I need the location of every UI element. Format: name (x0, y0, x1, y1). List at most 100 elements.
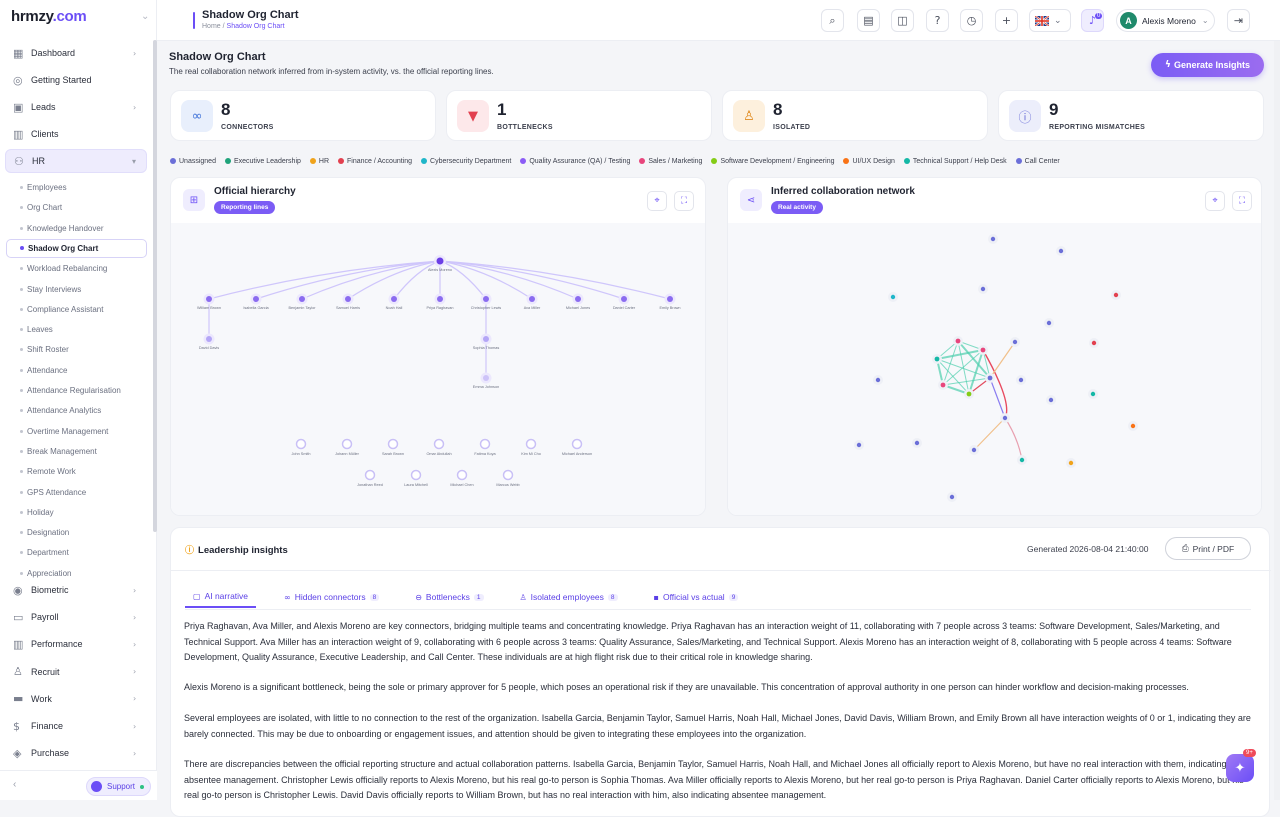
network-node[interactable] (955, 338, 961, 344)
collaboration-edge[interactable] (989, 377, 1006, 419)
legend-item[interactable]: Executive Leadership (224, 158, 301, 165)
user-menu[interactable]: A Alexis Moreno ⌄ (1116, 9, 1215, 32)
unassigned-node[interactable] (479, 438, 491, 450)
generate-insights-button[interactable]: ϟ Generate Insights (1151, 53, 1264, 77)
unassigned-node[interactable] (433, 438, 445, 450)
employee-node[interactable] (529, 296, 535, 302)
network-node[interactable] (1012, 339, 1018, 345)
sidebar-item-biometric[interactable]: ◉ Biometric › (5, 578, 147, 602)
unassigned-node[interactable] (502, 469, 514, 481)
network-node[interactable] (1090, 391, 1096, 397)
legend-item[interactable]: Technical Support / Help Desk (903, 158, 1007, 165)
network-node[interactable] (980, 347, 986, 353)
sidebar-subitem-attendance[interactable]: Attendance (20, 363, 67, 378)
network-node[interactable] (940, 382, 946, 388)
sidebar-item-performance[interactable]: ▥ Performance › (5, 632, 147, 657)
employee-node[interactable] (206, 296, 212, 302)
network-node[interactable] (987, 375, 993, 381)
legend-item[interactable]: Quality Assurance (QA) / Testing (520, 158, 630, 165)
employee-node[interactable] (575, 296, 581, 302)
sidebar-subitem-shift-roster[interactable]: Shift Roster (20, 342, 69, 357)
tab-bottlenecks[interactable]: ⊖ Bottlenecks 1 (407, 586, 491, 608)
legend-item[interactable]: Unassigned (170, 158, 216, 165)
employee-node[interactable] (391, 296, 397, 302)
tab-hidden-connectors[interactable]: ∞ Hidden connectors 8 (276, 586, 387, 608)
sidebar-subitem-leaves[interactable]: Leaves (20, 322, 53, 337)
notification-bell-icon[interactable]: ♪ 0 (1081, 9, 1104, 32)
employee-node[interactable] (299, 296, 305, 302)
tab-isolated-employees[interactable]: ♙ Isolated employees 8 (512, 586, 626, 608)
root-node[interactable] (436, 257, 444, 265)
legend-item[interactable]: Software Development / Engineering (711, 158, 834, 165)
unassigned-node[interactable] (525, 438, 537, 450)
brand-logo[interactable]: hrmzy.com (11, 8, 87, 25)
sidebar-subitem-attendance-analytics[interactable]: Attendance Analytics (20, 403, 101, 418)
network-node[interactable] (875, 377, 881, 383)
network-node[interactable] (980, 286, 986, 292)
legend-item[interactable]: Call Center (1015, 158, 1060, 165)
language-selector[interactable]: ⌄ (1029, 9, 1071, 32)
help-icon[interactable]: ? (926, 9, 949, 32)
sidebar-subitem-gps-attendance[interactable]: GPS Attendance (20, 485, 86, 500)
sticky-note-icon[interactable]: ◫ (891, 9, 914, 32)
add-icon[interactable]: + (995, 9, 1018, 32)
sidebar-subitem-shadow-org-chart[interactable]: Shadow Org Chart (6, 238, 147, 258)
legend-item[interactable]: Finance / Accounting (338, 158, 412, 165)
network-node[interactable] (1113, 292, 1119, 298)
employee-node[interactable] (483, 375, 489, 381)
hierarchy-canvas[interactable]: Alexis Moreno William Brown Isabella Garci… (171, 223, 705, 515)
logout-icon[interactable]: ⇥ (1227, 9, 1250, 32)
collaboration-edge[interactable] (982, 349, 1008, 419)
network-node[interactable] (890, 294, 896, 300)
network-node[interactable] (949, 494, 955, 500)
sidebar-item-work[interactable]: ▬ Work › (5, 686, 147, 711)
network-node[interactable] (1048, 397, 1054, 403)
network-node[interactable] (1068, 460, 1074, 466)
network-node[interactable] (1018, 377, 1024, 383)
collapse-sidebar-icon[interactable]: ‹ (13, 779, 16, 790)
sidebar-subitem-department[interactable]: Department (20, 545, 69, 560)
collaboration-edge[interactable] (1004, 417, 1023, 461)
sidebar-item-leads[interactable]: ▣ Leads › (5, 95, 147, 119)
sidebar-subitem-employees[interactable]: Employees (20, 180, 67, 195)
employee-node[interactable] (667, 296, 673, 302)
ai-assistant-button[interactable]: ✦ 9+ (1226, 749, 1256, 782)
employee-node[interactable] (206, 336, 212, 342)
search-icon[interactable]: ⌕ (821, 9, 844, 32)
sidebar-subitem-remote-work[interactable]: Remote Work (20, 464, 76, 479)
fullscreen-icon[interactable]: ⛶ (1232, 191, 1252, 211)
sidebar-subitem-attendance-regularisation[interactable]: Attendance Regularisation (20, 383, 121, 398)
employee-node[interactable] (483, 296, 489, 302)
sidebar-subitem-stay-interviews[interactable]: Stay Interviews (20, 282, 81, 297)
tab-ai-narrative[interactable]: ▢ AI narrative (185, 586, 257, 608)
sidebar-item-hr[interactable]: ⚇ HR ▾ (5, 149, 147, 173)
tab-official-vs-actual[interactable]: ▪ Official vs actual 9 (646, 586, 747, 608)
network-node[interactable] (1058, 248, 1064, 254)
sidebar-subitem-org-chart[interactable]: Org Chart (20, 200, 62, 215)
sidebar-subitem-workload-rebalancing[interactable]: Workload Rebalancing (20, 261, 107, 276)
sidebar-subitem-break-management[interactable]: Break Management (20, 444, 97, 459)
fullscreen-icon[interactable]: ⛶ (674, 191, 694, 211)
unassigned-node[interactable] (295, 438, 307, 450)
network-canvas[interactable] (728, 223, 1261, 515)
employee-node[interactable] (345, 296, 351, 302)
employee-node[interactable] (621, 296, 627, 302)
sidebar-item-dashboard[interactable]: ▦ Dashboard › (5, 41, 147, 65)
network-node[interactable] (990, 236, 996, 242)
network-node[interactable] (966, 391, 972, 397)
legend-item[interactable]: UI/UX Design (843, 158, 895, 165)
calendar-icon[interactable]: ▤ (857, 9, 880, 32)
recenter-icon[interactable]: ⌖ (647, 191, 667, 211)
unassigned-node[interactable] (364, 469, 376, 481)
sidebar-item-purchase[interactable]: ◈ Purchase › (5, 741, 147, 766)
employee-node[interactable] (437, 296, 443, 302)
unassigned-node[interactable] (571, 438, 583, 450)
recenter-icon[interactable]: ⌖ (1205, 191, 1225, 211)
unassigned-node[interactable] (456, 469, 468, 481)
print-pdf-button[interactable]: ⎙ Print / PDF (1165, 537, 1251, 560)
network-node[interactable] (1046, 320, 1052, 326)
unassigned-node[interactable] (410, 469, 422, 481)
reporting-line[interactable] (439, 260, 625, 300)
sidebar-subitem-knowledge-handover[interactable]: Knowledge Handover (20, 221, 104, 236)
legend-item[interactable]: HR (309, 158, 329, 165)
